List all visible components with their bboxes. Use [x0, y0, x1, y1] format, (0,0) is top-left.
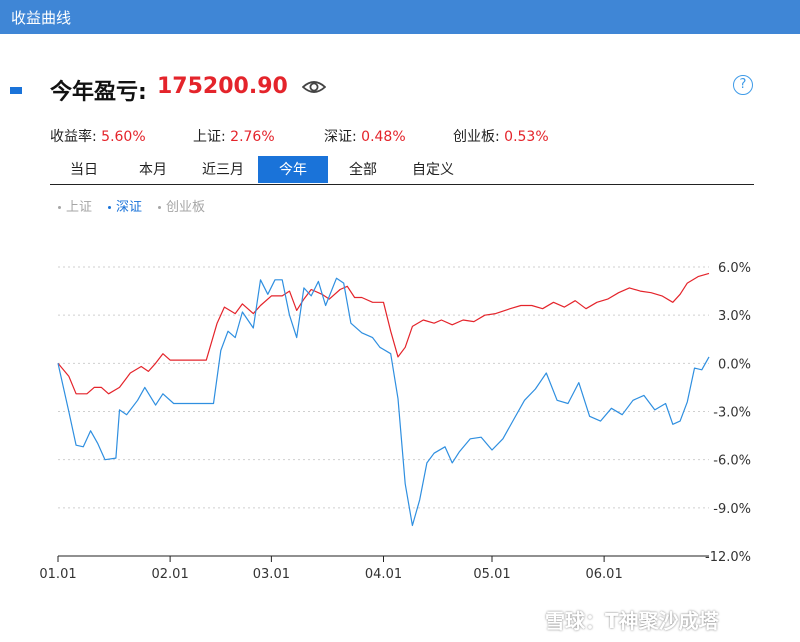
profit-chart: 6.0% 3.0% 0.0% -3.0% -6.0% -9.0% -12.0% 01.01 0…: [39, 261, 751, 582]
y-tick-label: 0.0%: [718, 357, 751, 372]
portfolio-line: [57, 272, 710, 395]
y-tick-label: -3.0%: [713, 406, 751, 421]
y-tick-label: -9.0%: [713, 502, 751, 517]
y-tick-label: -12.0%: [705, 550, 751, 565]
x-tick-label: 02.01: [152, 567, 189, 582]
y-tick-label: 6.0%: [718, 261, 751, 276]
x-tick-label: 05.01: [473, 567, 510, 582]
x-tick-label: 03.01: [253, 567, 290, 582]
y-tick-label: -6.0%: [713, 454, 751, 469]
x-tick-label: 06.01: [586, 567, 623, 582]
watermark: 雪球：T神聚沙成塔: [545, 609, 719, 633]
y-tick-label: 3.0%: [718, 309, 751, 324]
x-tick-label: 01.01: [39, 567, 76, 582]
x-tick-label: 04.01: [365, 567, 402, 582]
